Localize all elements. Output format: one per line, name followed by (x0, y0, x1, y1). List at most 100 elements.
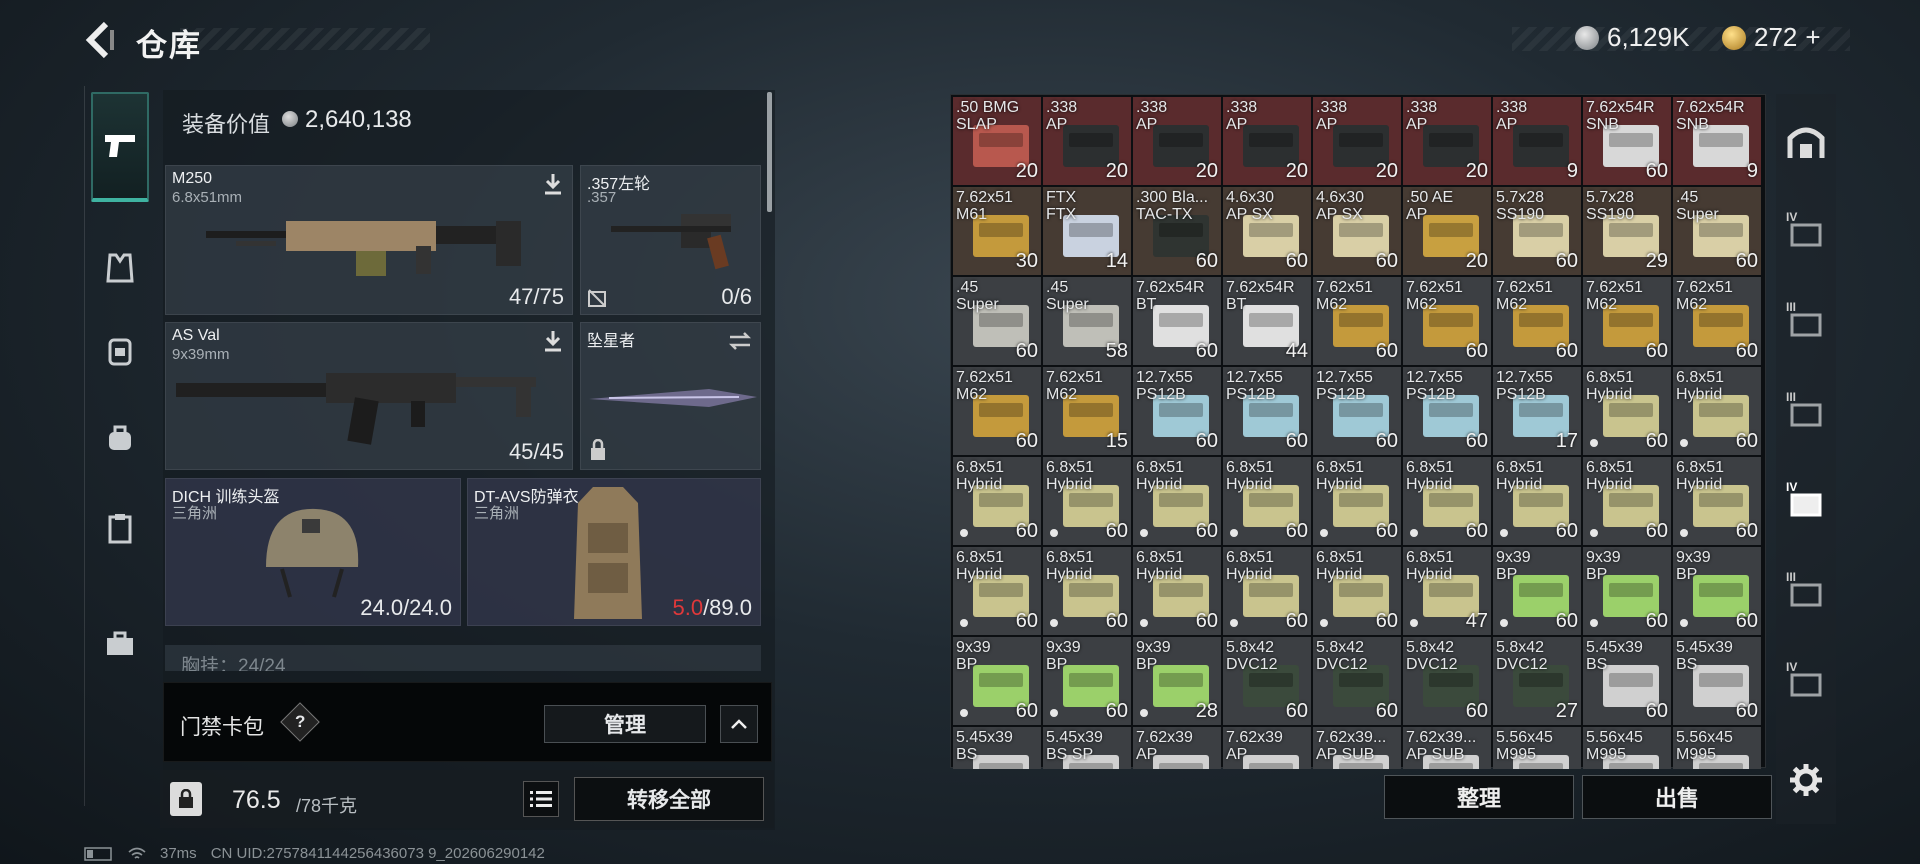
stash-item[interactable]: 6.8x51 Hybrid 60 (1583, 367, 1671, 455)
transfer-all-button[interactable]: 转移全部 (574, 777, 764, 821)
tab-armor[interactable] (85, 236, 155, 300)
stash-item[interactable]: 6.8x51 Hybrid 60 (1673, 457, 1761, 545)
stash-item[interactable]: 6.8x51 Hybrid 60 (1043, 457, 1131, 545)
help-button[interactable]: ? (280, 702, 320, 742)
swap-icon[interactable] (728, 331, 752, 351)
list-view-button[interactable] (523, 781, 559, 817)
stash-item[interactable]: 6.8x51 Hybrid 60 (1223, 457, 1311, 545)
stash-item[interactable]: 6.8x51 Hybrid 60 (1493, 457, 1581, 545)
stash-item[interactable]: .45 Super 60 (1673, 187, 1761, 275)
stash-item[interactable]: 7.62x39... AP SUB (1313, 727, 1401, 769)
stash-item[interactable]: 5.45x39 BS SP (1043, 727, 1131, 769)
stash-item[interactable]: 7.62x51 M62 60 (1403, 277, 1491, 365)
stash-item[interactable]: 12.7x55 PS12B 60 (1133, 367, 1221, 455)
stash-item[interactable]: .338 AP 20 (1043, 97, 1131, 185)
sidearm-slot[interactable]: .357左轮 .357 0/6 (580, 165, 761, 315)
stash-item[interactable]: 6.8x51 Hybrid 60 (1403, 457, 1491, 545)
stash-item[interactable]: FTX FTX 14 (1043, 187, 1131, 275)
stash-item[interactable]: 7.62x51 M62 60 (1313, 277, 1401, 365)
stash-item[interactable]: 9x39 BP 60 (1583, 547, 1671, 635)
stash-item[interactable]: 6.8x51 Hybrid 47 (1403, 547, 1491, 635)
armor-slot[interactable]: DT-AVS防弹衣 三角洲 5.0/89.0 (467, 478, 761, 626)
stash-item[interactable]: 5.8x42 DVC12 60 (1403, 637, 1491, 725)
stash-item[interactable]: 7.62x54R SNB 60 (1583, 97, 1671, 185)
stash-grid-viewport[interactable]: .50 BMG SLAP 20 .338 AP 20 .338 AP 20 .338 AP 2… (951, 95, 1767, 769)
stash-item[interactable]: .45 Super 58 (1043, 277, 1131, 365)
stash-item[interactable]: 7.62x51 M61 30 (953, 187, 1041, 275)
tab-weapons[interactable] (91, 92, 149, 202)
expand-button[interactable] (720, 705, 758, 743)
stash-item[interactable]: 7.62x51 M62 15 (1043, 367, 1131, 455)
stash-item[interactable]: 12.7x55 PS12B 17 (1493, 367, 1581, 455)
secondary-weapon-slot[interactable]: AS Val 9x39mm 45/45 (165, 322, 573, 470)
stash-item[interactable]: 7.62x51 M62 60 (1673, 277, 1761, 365)
stash-page-6[interactable]: IV (1776, 654, 1836, 714)
stash-item[interactable]: 4.6x30 AP SX 60 (1313, 187, 1401, 275)
stash-item[interactable]: .300 Bla... TAC-TX 60 (1133, 187, 1221, 275)
melee-slot[interactable]: 坠星者 (580, 322, 761, 470)
stash-item[interactable]: 7.62x51 M62 60 (953, 367, 1041, 455)
stash-item[interactable]: 12.7x55 PS12B 60 (1403, 367, 1491, 455)
stash-item[interactable]: 6.8x51 Hybrid 60 (1313, 547, 1401, 635)
stash-item[interactable]: 12.7x55 PS12B 60 (1223, 367, 1311, 455)
tab-helmet[interactable] (85, 406, 155, 470)
stash-item[interactable]: 4.6x30 AP SX 60 (1223, 187, 1311, 275)
stash-item[interactable]: .338 AP 9 (1493, 97, 1581, 185)
stash-item[interactable]: 6.8x51 Hybrid 60 (953, 547, 1041, 635)
stash-item[interactable]: 5.56x45 M995 (1583, 727, 1671, 769)
download-icon[interactable] (542, 172, 564, 196)
stash-page-4-active[interactable]: IV (1776, 474, 1836, 534)
stash-item[interactable]: .50 BMG SLAP 20 (953, 97, 1041, 185)
stash-item[interactable]: 5.56x45 M995 (1493, 727, 1581, 769)
stash-item[interactable]: 9x39 BP 60 (1043, 637, 1131, 725)
stash-page-1[interactable]: IV (1776, 204, 1836, 264)
stash-item[interactable]: .50 AE AP 20 (1403, 187, 1491, 275)
stash-item[interactable]: 5.7x28 SS190 60 (1493, 187, 1581, 275)
stash-item[interactable]: 5.45x39 BS 60 (1583, 637, 1671, 725)
stash-item[interactable]: 9x39 BP 60 (1673, 547, 1761, 635)
stash-page-5[interactable]: III (1776, 564, 1836, 624)
helmet-slot[interactable]: DICH 训练头盔 三角洲 24.0/24.0 (165, 478, 461, 626)
settings-button[interactable] (1776, 750, 1836, 810)
primary-weapon-slot[interactable]: M250 6.8x51mm 47/75 (165, 165, 573, 315)
stash-page-all[interactable] (1776, 112, 1836, 172)
manage-button[interactable]: 管理 (544, 705, 706, 743)
stash-item[interactable]: 7.62x54R BT 44 (1223, 277, 1311, 365)
stash-item[interactable]: .45 Super 60 (953, 277, 1041, 365)
stash-item[interactable]: 6.8x51 Hybrid 60 (1223, 547, 1311, 635)
stash-item[interactable]: 6.8x51 Hybrid 60 (1583, 457, 1671, 545)
stash-item[interactable]: .338 AP 20 (1133, 97, 1221, 185)
stash-item[interactable]: 5.8x42 DVC12 60 (1313, 637, 1401, 725)
stash-item[interactable]: 7.62x54R BT 60 (1133, 277, 1221, 365)
stash-item[interactable]: .338 AP 20 (1403, 97, 1491, 185)
stash-item[interactable]: 5.45x39 BS 60 (1673, 637, 1761, 725)
stash-item[interactable]: 9x39 BP 60 (1493, 547, 1581, 635)
stash-item[interactable]: 7.62x39 AP (1223, 727, 1311, 769)
stash-item[interactable]: 6.8x51 Hybrid 60 (953, 457, 1041, 545)
add-gold-icon[interactable]: + (1805, 22, 1820, 53)
stash-item[interactable]: .338 AP 20 (1313, 97, 1401, 185)
stash-item[interactable]: 5.8x42 DVC12 60 (1223, 637, 1311, 725)
tab-toolbox[interactable] (85, 612, 155, 676)
stash-item[interactable]: 6.8x51 Hybrid 60 (1673, 367, 1761, 455)
stash-item[interactable]: 6.8x51 Hybrid 60 (1133, 457, 1221, 545)
stash-item[interactable]: 5.45x39 BS (953, 727, 1041, 769)
stash-item[interactable]: 7.62x39 AP (1133, 727, 1221, 769)
stash-item[interactable]: 6.8x51 Hybrid 60 (1043, 547, 1131, 635)
loadout-scrollbar[interactable] (767, 92, 772, 212)
back-button[interactable] (82, 20, 118, 60)
gold-currency[interactable]: 272 + (1722, 22, 1821, 53)
stash-item[interactable]: 7.62x51 M62 60 (1493, 277, 1581, 365)
stash-item[interactable]: 7.62x51 M62 60 (1583, 277, 1671, 365)
stash-item[interactable]: 5.8x42 DVC12 27 (1493, 637, 1581, 725)
stash-item[interactable]: 7.62x54R SNB 9 (1673, 97, 1761, 185)
stash-item[interactable]: 6.8x51 Hybrid 60 (1133, 547, 1221, 635)
stash-item[interactable]: 9x39 BP 28 (1133, 637, 1221, 725)
stash-item[interactable]: .338 AP 20 (1223, 97, 1311, 185)
stash-item[interactable]: 5.56x45 M995 (1673, 727, 1761, 769)
tab-case[interactable] (85, 496, 155, 560)
stash-item[interactable]: 12.7x55 PS12B 60 (1313, 367, 1401, 455)
stash-page-3[interactable]: III (1776, 384, 1836, 444)
stash-item[interactable]: 5.7x28 SS190 29 (1583, 187, 1671, 275)
sell-button[interactable]: 出售 (1582, 775, 1772, 819)
